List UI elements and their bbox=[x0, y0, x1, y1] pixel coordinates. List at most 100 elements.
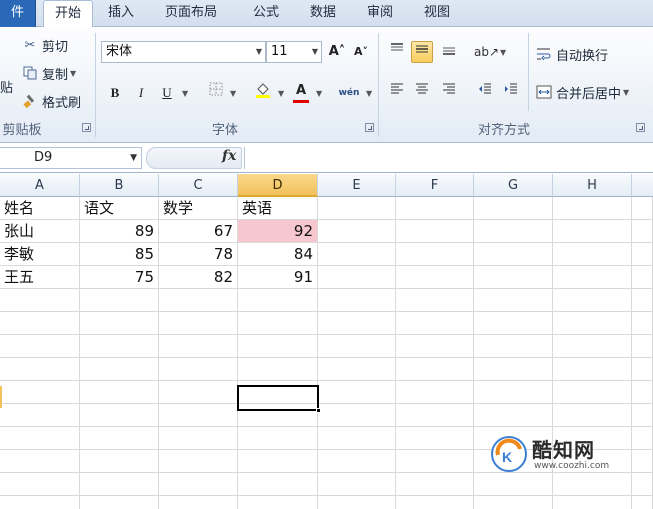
align-bottom-button[interactable] bbox=[438, 41, 460, 63]
format-painter-button[interactable]: 格式刷 bbox=[22, 92, 81, 111]
grid-cell[interactable] bbox=[318, 450, 396, 473]
grid-cell[interactable] bbox=[0, 312, 80, 335]
grid-cell[interactable] bbox=[238, 473, 318, 496]
tab-page-layout[interactable]: 页面布局 bbox=[165, 0, 227, 27]
cell-a2[interactable]: 张山 bbox=[0, 220, 80, 243]
font-color-button[interactable]: A bbox=[290, 80, 312, 103]
grid-cell[interactable] bbox=[318, 381, 396, 404]
column-header-c[interactable]: C bbox=[159, 174, 238, 197]
formula-input[interactable] bbox=[244, 147, 653, 169]
borders-button[interactable] bbox=[205, 82, 227, 104]
paste-button[interactable]: 贴 bbox=[0, 77, 13, 96]
grid-cell[interactable] bbox=[632, 450, 653, 473]
grid-cell[interactable] bbox=[632, 220, 653, 243]
grid-cell[interactable] bbox=[553, 381, 632, 404]
cell-c2[interactable]: 67 bbox=[159, 220, 238, 243]
grid-cell[interactable] bbox=[396, 335, 474, 358]
grid-cell[interactable] bbox=[553, 335, 632, 358]
grid-cell[interactable] bbox=[318, 335, 396, 358]
font-launcher-icon[interactable] bbox=[365, 123, 374, 132]
grid-cell[interactable] bbox=[318, 289, 396, 312]
grid-cell[interactable] bbox=[238, 358, 318, 381]
grid-cell[interactable] bbox=[396, 289, 474, 312]
cell-c1[interactable]: 数学 bbox=[159, 197, 238, 220]
phonetic-guide-button[interactable]: wén bbox=[336, 82, 362, 104]
grid-cell[interactable] bbox=[632, 381, 653, 404]
grid-cell[interactable] bbox=[396, 312, 474, 335]
grid-cell[interactable] bbox=[396, 450, 474, 473]
grid-cell[interactable] bbox=[238, 335, 318, 358]
grid-cell[interactable] bbox=[80, 473, 159, 496]
chevron-down-icon[interactable]: ▼ bbox=[70, 69, 76, 78]
column-header-h[interactable]: H bbox=[553, 174, 632, 197]
grid-cell[interactable] bbox=[474, 266, 553, 289]
grid-cell[interactable] bbox=[318, 358, 396, 381]
tab-insert[interactable]: 插入 bbox=[108, 0, 140, 27]
grid-cell[interactable] bbox=[553, 243, 632, 266]
cell-c3[interactable]: 78 bbox=[159, 243, 238, 266]
align-top-button[interactable] bbox=[386, 41, 408, 63]
grid-cell[interactable] bbox=[0, 450, 80, 473]
cell-d4[interactable]: 91 bbox=[238, 266, 318, 289]
chevron-down-icon[interactable]: ▼ bbox=[182, 89, 188, 98]
alignment-launcher-icon[interactable] bbox=[636, 123, 645, 132]
grid-cell[interactable] bbox=[632, 197, 653, 220]
grid-cell[interactable] bbox=[553, 358, 632, 381]
underline-button[interactable]: U bbox=[156, 82, 178, 104]
fill-color-button[interactable] bbox=[252, 82, 274, 104]
grid-cell[interactable] bbox=[318, 266, 396, 289]
grow-font-button[interactable]: A˄ bbox=[326, 41, 348, 63]
grid-cell[interactable] bbox=[396, 243, 474, 266]
grid-cell[interactable] bbox=[159, 427, 238, 450]
tab-view[interactable]: 视图 bbox=[424, 0, 456, 27]
grid-cell[interactable] bbox=[632, 404, 653, 427]
grid-cell[interactable] bbox=[318, 404, 396, 427]
chevron-down-icon[interactable]: ▼ bbox=[130, 148, 137, 168]
grid-cell[interactable] bbox=[0, 381, 80, 404]
grid-cell[interactable] bbox=[80, 404, 159, 427]
grid-cell[interactable] bbox=[474, 197, 553, 220]
grid-cell[interactable] bbox=[632, 427, 653, 450]
grid-cell[interactable] bbox=[396, 496, 474, 509]
grid-cell[interactable] bbox=[0, 289, 80, 312]
grid-cell[interactable] bbox=[80, 450, 159, 473]
grid-cell[interactable] bbox=[553, 289, 632, 312]
grid-cell[interactable] bbox=[474, 289, 553, 312]
column-header-g[interactable]: G bbox=[474, 174, 553, 197]
chevron-down-icon[interactable]: ▼ bbox=[278, 89, 284, 98]
grid-cell[interactable] bbox=[159, 404, 238, 427]
tab-formulas[interactable]: 公式 bbox=[253, 0, 285, 27]
grid-cell[interactable] bbox=[553, 404, 632, 427]
grid-cell[interactable] bbox=[80, 427, 159, 450]
grid-cell[interactable] bbox=[318, 312, 396, 335]
grid-cell[interactable] bbox=[0, 404, 80, 427]
grid-cell[interactable] bbox=[159, 335, 238, 358]
grid-cell[interactable] bbox=[80, 496, 159, 509]
chevron-down-icon[interactable]: ▼ bbox=[500, 48, 506, 57]
font-family-combo[interactable]: 宋体 ▼ bbox=[101, 41, 266, 63]
align-middle-button[interactable] bbox=[411, 41, 433, 63]
grid-cell[interactable] bbox=[396, 220, 474, 243]
grid-cell[interactable] bbox=[396, 358, 474, 381]
grid-cell[interactable] bbox=[159, 473, 238, 496]
cell-a1[interactable]: 姓名 bbox=[0, 197, 80, 220]
cell-b1[interactable]: 语文 bbox=[80, 197, 159, 220]
grid-cell[interactable] bbox=[474, 220, 553, 243]
align-center-button[interactable] bbox=[411, 81, 433, 103]
grid-cell[interactable] bbox=[396, 266, 474, 289]
orientation-button[interactable]: ab↗ bbox=[474, 41, 499, 63]
copy-button[interactable]: 复制 ▼ bbox=[22, 64, 76, 83]
grid-cell[interactable] bbox=[159, 496, 238, 509]
grid-cell[interactable] bbox=[553, 266, 632, 289]
grid-cell[interactable] bbox=[318, 473, 396, 496]
grid-cell[interactable] bbox=[238, 289, 318, 312]
cell-d1[interactable]: 英语 bbox=[238, 197, 318, 220]
cell-d2[interactable]: 92 bbox=[238, 220, 318, 243]
grid-cell[interactable] bbox=[80, 289, 159, 312]
grid-cell[interactable] bbox=[632, 289, 653, 312]
grid-cell[interactable] bbox=[318, 197, 396, 220]
tab-home[interactable]: 开始 bbox=[43, 0, 93, 28]
italic-button[interactable]: I bbox=[130, 82, 152, 104]
align-left-button[interactable] bbox=[386, 81, 408, 103]
grid-cell[interactable] bbox=[159, 450, 238, 473]
